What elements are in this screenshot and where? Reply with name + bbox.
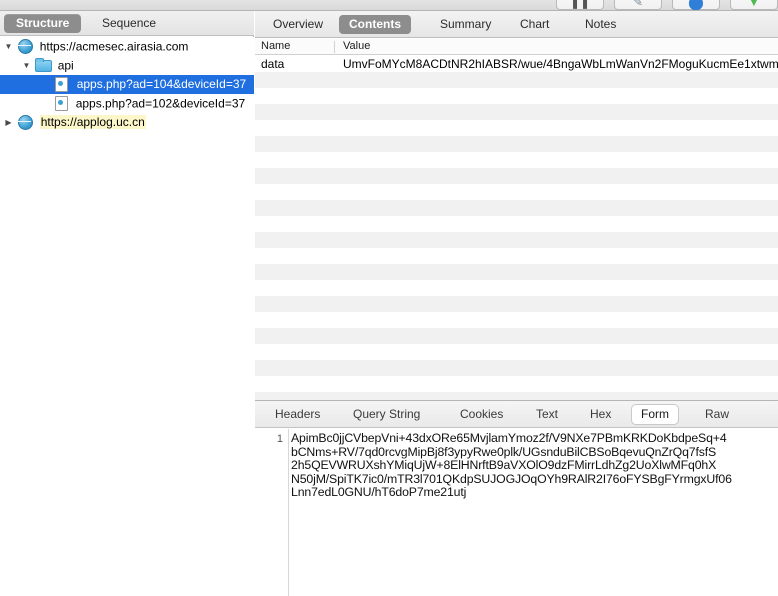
main-toolbar: ❚❚ ✎ ⬤ ▼: [0, 0, 778, 11]
tree-row-host-acmesec[interactable]: ▼ https://acmesec.airasia.com: [0, 37, 254, 56]
table-row-empty: [255, 360, 778, 376]
table-row-empty: [255, 200, 778, 216]
left-pane: Structure Sequence ▼ https://acmesec.air…: [0, 11, 254, 596]
tab-raw[interactable]: Raw: [696, 405, 738, 424]
detail-tabbar: Headers Query String Cookies Text Hex Fo…: [255, 401, 778, 428]
table-row-empty: [255, 248, 778, 264]
table-row-empty: [255, 168, 778, 184]
contents-table-header: Name Value: [255, 39, 778, 55]
column-header-name[interactable]: Name: [261, 40, 290, 52]
tab-form[interactable]: Form: [632, 405, 678, 424]
line-number: 1: [276, 433, 283, 445]
encoded-payload-text[interactable]: ApimBc0jjCVbepVni+43dxORe65MvjlamYmoz2f/…: [291, 431, 778, 596]
tab-text[interactable]: Text: [527, 405, 567, 424]
table-row-empty: [255, 232, 778, 248]
right-pane: Overview Contents Summary Chart Notes Na…: [255, 11, 778, 596]
file-icon: [53, 77, 69, 92]
tree-row-request-ad-102[interactable]: apps.php?ad=102&deviceId=37: [0, 94, 254, 113]
tab-query-string[interactable]: Query String: [344, 405, 429, 424]
table-row-empty: [255, 392, 778, 400]
tree-label: apps.php?ad=102&deviceId=37: [75, 96, 246, 111]
column-header-value[interactable]: Value: [343, 40, 370, 52]
table-row-empty: [255, 88, 778, 104]
tab-headers[interactable]: Headers: [266, 405, 329, 424]
table-row-empty: [255, 136, 778, 152]
table-row-empty: [255, 216, 778, 232]
line-number-gutter: 1: [255, 429, 289, 596]
table-row-empty: [255, 280, 778, 296]
folder-icon: [35, 58, 53, 72]
segment-sequence[interactable]: Sequence: [90, 14, 168, 33]
tree-label: api: [57, 58, 74, 73]
tab-chart[interactable]: Chart: [510, 15, 559, 34]
session-tree[interactable]: ▼ https://acmesec.airasia.com ▼ api apps…: [0, 37, 254, 596]
cell-name: data: [261, 57, 285, 71]
broom-icon: ✎: [632, 0, 644, 9]
table-row-empty: [255, 312, 778, 328]
tree-label: apps.php?ad=104&deviceId=37: [76, 77, 247, 92]
table-row-empty: [255, 120, 778, 136]
cell-value: UmvFoMYcM8ACDtNR2hIABSR/wue/4BngaWbLmWan…: [343, 57, 778, 71]
tree-label: https://acmesec.airasia.com: [39, 39, 189, 54]
globe-icon: [17, 39, 34, 54]
table-row-empty: [255, 296, 778, 312]
twisty-right-icon[interactable]: ▶: [3, 113, 14, 132]
pause-icon: ❚❚: [569, 0, 591, 9]
globe-icon: [17, 115, 34, 130]
form-body-viewer[interactable]: 1 ApimBc0jjCVbepVni+43dxORe65MvjlamYmoz2…: [255, 429, 778, 596]
network-inspector-window: ❚❚ ✎ ⬤ ▼ Structure Sequence ▼ https://ac…: [0, 0, 778, 596]
tree-row-host-applog[interactable]: ▶ https://applog.uc.cn: [0, 113, 254, 132]
table-row-empty: [255, 344, 778, 360]
table-row-empty: [255, 104, 778, 120]
table-row-empty: [255, 72, 778, 88]
table-row-empty: [255, 184, 778, 200]
twisty-down-icon[interactable]: ▼: [21, 56, 32, 75]
tab-summary[interactable]: Summary: [430, 15, 501, 34]
tab-overview[interactable]: Overview: [263, 15, 333, 34]
column-divider[interactable]: [334, 41, 335, 53]
file-icon: [53, 96, 69, 111]
tab-hex[interactable]: Hex: [581, 405, 620, 424]
tree-label: https://applog.uc.cn: [39, 115, 146, 130]
twisty-down-icon[interactable]: ▼: [3, 37, 14, 56]
table-row[interactable]: data UmvFoMYcM8ACDtNR2hIABSR/wue/4BngaWb…: [255, 56, 778, 72]
tree-row-request-ad-104[interactable]: apps.php?ad=104&deviceId=37: [0, 75, 254, 94]
tree-row-folder-api[interactable]: ▼ api: [0, 56, 254, 75]
segment-structure[interactable]: Structure: [4, 14, 82, 33]
tab-cookies[interactable]: Cookies: [451, 405, 512, 424]
tab-notes[interactable]: Notes: [575, 15, 626, 34]
record-icon: ⬤: [688, 0, 704, 10]
main-tabbar: Overview Contents Summary Chart Notes: [255, 11, 778, 38]
table-row-empty: [255, 376, 778, 392]
request-detail-pane: Headers Query String Cookies Text Hex Fo…: [255, 400, 778, 596]
table-row-empty: [255, 152, 778, 168]
structure-sequence-segmented-control: Structure Sequence: [0, 11, 254, 36]
contents-table[interactable]: data UmvFoMYcM8ACDtNR2hIABSR/wue/4BngaWb…: [255, 56, 778, 400]
tab-contents[interactable]: Contents: [339, 15, 411, 34]
table-row-empty: [255, 328, 778, 344]
download-icon: ▼: [748, 0, 760, 9]
table-row-empty: [255, 264, 778, 280]
